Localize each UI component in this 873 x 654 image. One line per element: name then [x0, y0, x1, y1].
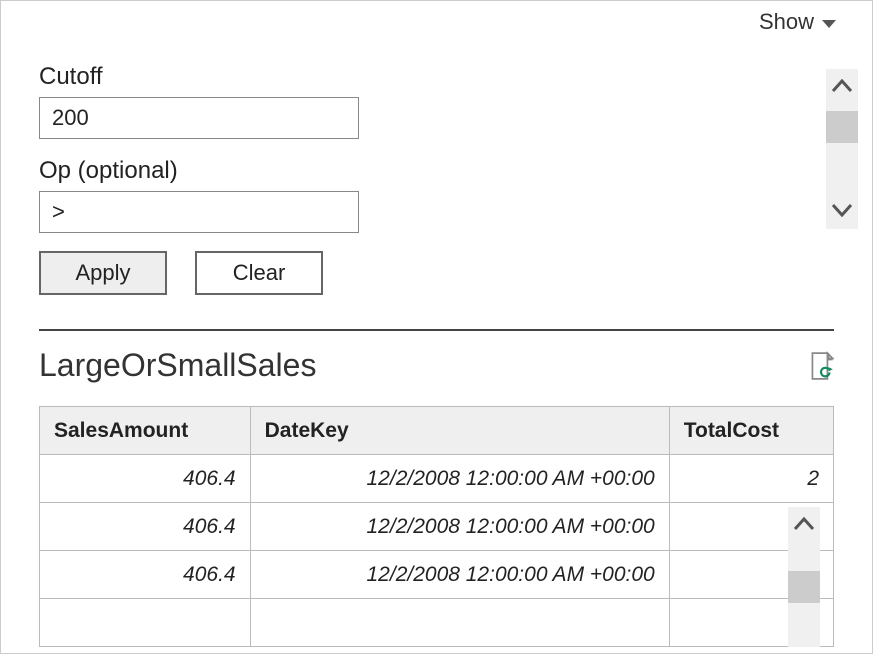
filter-panel: Cutoff Op (optional) Apply Clear — [1, 35, 872, 295]
col-header-cost[interactable]: TotalCost — [669, 407, 833, 455]
chevron-up-icon[interactable] — [793, 513, 815, 537]
cell-sales: 406.4 — [40, 551, 251, 599]
chevron-down-icon[interactable] — [831, 199, 853, 223]
results-table: SalesAmount DateKey TotalCost 406.4 12/2… — [39, 406, 834, 647]
scrollbar-thumb[interactable] — [826, 111, 858, 143]
chevron-up-icon[interactable] — [831, 75, 853, 99]
chevron-down-icon — [822, 9, 836, 35]
filter-scrollbar[interactable] — [826, 69, 858, 229]
cell-sales: 406.4 — [40, 455, 251, 503]
op-input[interactable] — [39, 191, 359, 233]
op-label: Op (optional) — [39, 157, 834, 185]
apply-button[interactable]: Apply — [39, 251, 167, 295]
table-scrollbar[interactable] — [788, 507, 820, 647]
scrollbar-thumb[interactable] — [788, 571, 820, 603]
query-title: LargeOrSmallSales — [39, 347, 316, 384]
show-label: Show — [759, 9, 814, 35]
cell-sales — [40, 599, 251, 647]
cell-date — [250, 599, 669, 647]
cell-date: 12/2/2008 12:00:00 AM +00:00 — [250, 551, 669, 599]
cutoff-label: Cutoff — [39, 63, 834, 91]
table-header-row: SalesAmount DateKey TotalCost — [40, 407, 834, 455]
table-row[interactable]: 406.4 12/2/2008 12:00:00 AM +00:00 2 — [40, 551, 834, 599]
col-header-date[interactable]: DateKey — [250, 407, 669, 455]
cell-cost: 2 — [669, 455, 833, 503]
clear-button[interactable]: Clear — [195, 251, 323, 295]
table-row[interactable]: 406.4 12/2/2008 12:00:00 AM +00:00 2 — [40, 503, 834, 551]
table-row[interactable] — [40, 599, 834, 647]
cutoff-input[interactable] — [39, 97, 359, 139]
show-dropdown[interactable]: Show — [759, 9, 836, 35]
cell-date: 12/2/2008 12:00:00 AM +00:00 — [250, 455, 669, 503]
col-header-sales[interactable]: SalesAmount — [40, 407, 251, 455]
cell-sales: 406.4 — [40, 503, 251, 551]
cell-date: 12/2/2008 12:00:00 AM +00:00 — [250, 503, 669, 551]
table-row[interactable]: 406.4 12/2/2008 12:00:00 AM +00:00 2 — [40, 455, 834, 503]
refresh-icon[interactable] — [808, 351, 834, 381]
